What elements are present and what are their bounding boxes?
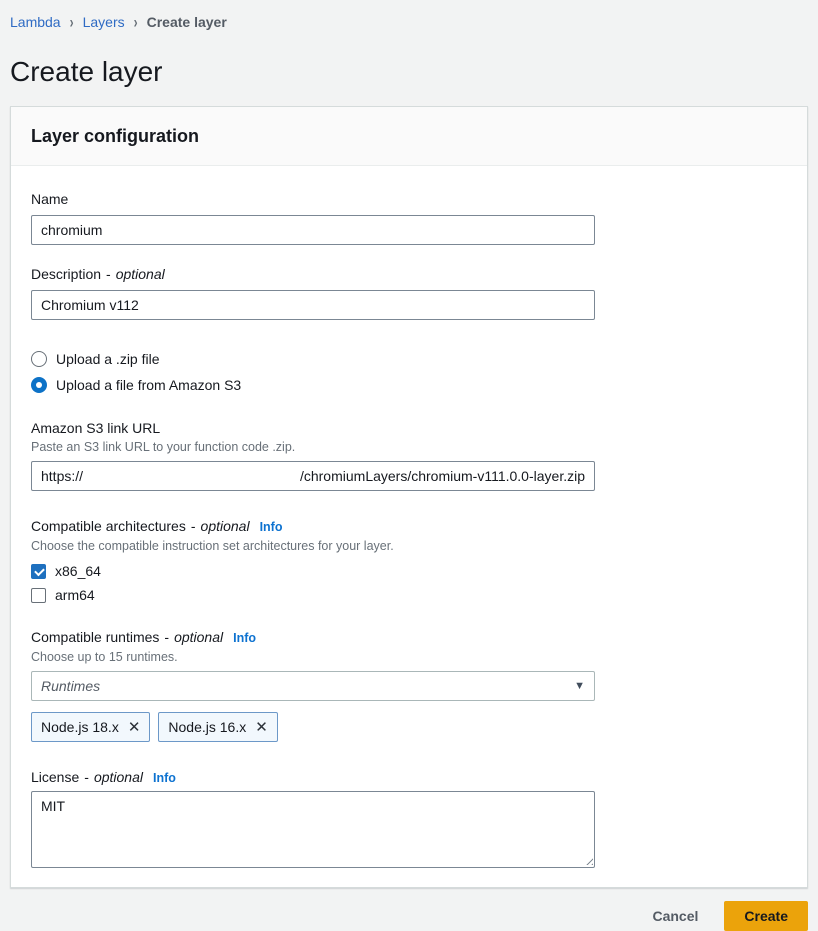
radio-unselected-icon[interactable]	[31, 351, 47, 367]
description-field: Description - optional	[31, 265, 787, 320]
chevron-right-icon: ›	[70, 11, 74, 33]
optional-dash: -	[191, 517, 196, 535]
optional-text: optional	[201, 517, 250, 535]
runtimes-label: Compatible runtimes	[31, 628, 159, 646]
checkbox-x86-64-label: x86_64	[55, 563, 101, 579]
description-input[interactable]	[31, 290, 595, 320]
runtimes-select-placeholder: Runtimes	[41, 678, 100, 694]
architectures-helper: Choose the compatible instruction set ar…	[31, 538, 787, 554]
license-field: License - optional Info MIT	[31, 768, 787, 868]
runtimes-helper: Choose up to 15 runtimes.	[31, 649, 787, 665]
chevron-right-icon: ›	[134, 11, 138, 33]
form-actions: Cancel Create	[10, 901, 808, 931]
optional-text: optional	[174, 628, 223, 646]
s3-url-path: /chromiumLayers/chromium-v111.0.0-layer.…	[300, 468, 585, 484]
radio-upload-s3[interactable]: Upload a file from Amazon S3	[31, 374, 787, 396]
checkbox-arm64-label: arm64	[55, 587, 95, 603]
runtimes-info-link[interactable]: Info	[233, 629, 256, 647]
name-input[interactable]	[31, 215, 595, 245]
checkbox-checked-icon[interactable]	[31, 564, 46, 579]
license-info-link[interactable]: Info	[153, 769, 176, 787]
name-field: Name	[31, 190, 787, 245]
checkbox-unchecked-icon[interactable]	[31, 588, 46, 603]
license-label: License	[31, 768, 79, 786]
radio-upload-zip[interactable]: Upload a .zip file	[31, 348, 787, 370]
panel-body: Name Description - optional Upload a .zi…	[11, 166, 807, 887]
s3-url-helper: Paste an S3 link URL to your function co…	[31, 439, 787, 455]
breadcrumb-current: Create layer	[147, 14, 227, 30]
layer-configuration-panel: Layer configuration Name Description - o…	[10, 106, 808, 888]
s3-url-input[interactable]: https:// /chromiumLayers/chromium-v111.0…	[31, 461, 595, 491]
panel-title: Layer configuration	[31, 125, 787, 147]
breadcrumb: Lambda › Layers › Create layer	[10, 14, 808, 30]
architectures-label: Compatible architectures	[31, 517, 186, 535]
runtimes-field: Compatible runtimes - optional Info Choo…	[31, 628, 787, 742]
radio-upload-s3-label: Upload a file from Amazon S3	[56, 377, 241, 393]
checkbox-arm64[interactable]: arm64	[31, 584, 787, 606]
checkbox-x86-64[interactable]: x86_64	[31, 560, 787, 582]
license-textarea[interactable]: MIT	[31, 791, 595, 868]
s3-url-prefix: https://	[41, 468, 83, 484]
architectures-info-link[interactable]: Info	[260, 518, 283, 536]
runtime-token-row: Node.js 18.x ✕ Node.js 16.x ✕	[31, 712, 787, 742]
optional-text: optional	[94, 768, 143, 786]
runtime-token-label: Node.js 18.x	[41, 719, 119, 735]
architectures-field: Compatible architectures - optional Info…	[31, 517, 787, 606]
cancel-button[interactable]: Cancel	[634, 902, 716, 930]
runtime-token-label: Node.js 16.x	[168, 719, 246, 735]
create-button[interactable]: Create	[724, 901, 808, 931]
radio-selected-icon[interactable]	[31, 377, 47, 393]
runtimes-select[interactable]: Runtimes ▼	[31, 671, 595, 701]
optional-dash: -	[164, 628, 169, 646]
description-label: Description	[31, 265, 101, 283]
optional-dash: -	[84, 768, 89, 786]
page-title: Create layer	[10, 55, 808, 89]
dismiss-icon[interactable]: ✕	[255, 720, 268, 735]
breadcrumb-link-lambda[interactable]: Lambda	[10, 14, 61, 30]
create-layer-page: Lambda › Layers › Create layer Create la…	[0, 0, 818, 931]
dismiss-icon[interactable]: ✕	[128, 720, 141, 735]
runtime-token-nodejs16: Node.js 16.x ✕	[158, 712, 277, 742]
runtime-token-nodejs18: Node.js 18.x ✕	[31, 712, 150, 742]
caret-down-icon: ▼	[574, 680, 585, 692]
s3-url-field: Amazon S3 link URL Paste an S3 link URL …	[31, 419, 787, 491]
optional-text: optional	[116, 265, 165, 283]
breadcrumb-link-layers[interactable]: Layers	[83, 14, 125, 30]
s3-url-label: Amazon S3 link URL	[31, 419, 160, 437]
optional-dash: -	[106, 265, 111, 283]
radio-upload-zip-label: Upload a .zip file	[56, 351, 160, 367]
name-label: Name	[31, 190, 787, 208]
panel-header: Layer configuration	[11, 107, 807, 166]
upload-method-radio-group: Upload a .zip file Upload a file from Am…	[31, 348, 787, 396]
